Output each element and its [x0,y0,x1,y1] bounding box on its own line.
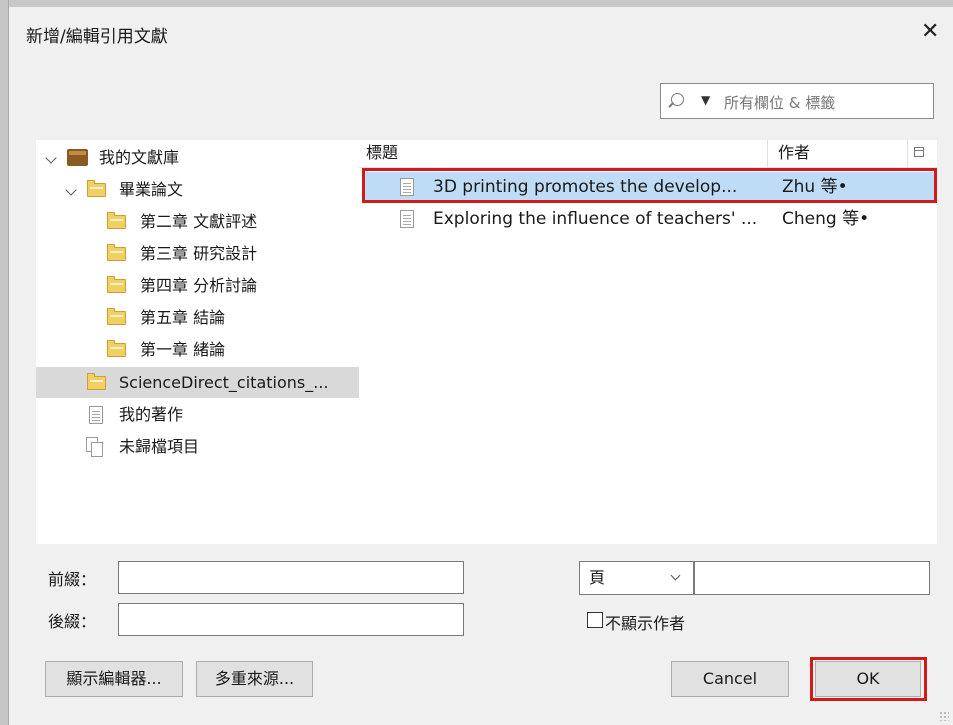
tree-item-graduation-thesis[interactable]: 畢業論文 [36,175,359,205]
table-row[interactable]: Exploring the influence of teachers' ...… [365,204,937,234]
item-title: Exploring the influence of teachers' ... [433,209,758,229]
suffix-input[interactable] [118,603,464,636]
dialog-title: 新增/編輯引用文獻 [26,27,168,47]
tree-item-label: 畢業論文 [119,180,184,199]
prefix-input[interactable] [118,561,464,594]
add-edit-citation-dialog: 新增/編輯引用文獻 ✕ ▼ 所有欄位 & 標籤 我的文獻庫 畢業論文 第二章 文… [9,7,953,725]
close-icon: ✕ [921,19,940,44]
library-icon [67,149,88,166]
multiple-sources-button[interactable]: 多重來源... [196,661,313,697]
tree-item-chapter-2[interactable]: 第二章 文獻評述 [36,207,359,237]
tree-item-label: 未歸檔項目 [119,437,200,456]
prefix-label: 前綴： [48,570,97,589]
tree-item-chapter-4[interactable]: 第四章 分析討論 [36,271,359,301]
tree-item-my-library[interactable]: 我的文獻庫 [36,143,359,173]
tree-item-label: 第五章 結論 [140,308,226,327]
chevron-down-icon [670,570,681,581]
tree-item-chapter-1[interactable]: 第一章 緒論 [36,335,359,365]
column-divider[interactable] [907,140,908,167]
tree-item-label: 我的文獻庫 [99,148,180,167]
suppress-author-label[interactable]: 不顯示作者 [605,610,685,634]
search-placeholder: 所有欄位 & 標籤 [724,94,836,112]
tree-item-sciencedirect-citations[interactable]: ScienceDirect_citations_... [36,368,359,398]
locator-type-value: 頁 [589,568,606,587]
library-tree: 我的文獻庫 畢業論文 第二章 文獻評述 第三章 研究設計 第四章 分析討論 第五… [36,140,359,544]
folder-icon [107,308,126,325]
window-frame-top [0,0,953,7]
tree-item-label: 第三章 研究設計 [140,244,258,263]
chevron-down-icon[interactable] [45,152,57,164]
tree-item-label: ScienceDirect_citations_... [119,373,329,392]
tree-item-my-publications[interactable]: 我的著作 [36,400,359,430]
locator-input[interactable] [694,561,930,595]
document-icon [400,210,414,228]
tree-item-chapter-3[interactable]: 第三章 研究設計 [36,239,359,269]
column-divider[interactable] [767,140,768,167]
locator-type-select[interactable]: 頁 [579,561,694,595]
resize-grip-icon[interactable] [939,711,949,721]
selected-row-highlight-box [362,168,937,203]
ok-button-highlight-box [810,657,927,701]
folder-icon [87,373,106,390]
cancel-button[interactable]: Cancel [671,661,789,697]
document-icon [89,406,103,424]
column-picker-icon[interactable] [914,147,924,157]
tree-item-label: 第四章 分析討論 [140,276,258,295]
suffix-label: 後綴： [48,612,97,631]
item-creator: Cheng 等• [782,209,870,229]
search-mode-dropdown-icon[interactable]: ▼ [701,93,710,107]
tree-item-label: 第一章 緒論 [140,340,226,359]
unfiled-items-icon [86,437,104,457]
tree-item-unfiled-items[interactable]: 未歸檔項目 [36,432,359,462]
chevron-down-icon[interactable] [65,184,77,196]
suppress-author-checkbox[interactable] [587,612,603,628]
close-button[interactable]: ✕ [921,21,939,43]
tree-item-label: 我的著作 [119,405,184,424]
show-editor-button[interactable]: 顯示編輯器... [45,661,183,697]
tree-item-chapter-5[interactable]: 第五章 結論 [36,303,359,333]
folder-icon [107,276,126,293]
folder-icon [87,180,106,197]
search-icon [671,93,684,106]
folder-icon [107,340,126,357]
search-box[interactable]: ▼ 所有欄位 & 標籤 [660,83,934,119]
folder-icon [107,244,126,261]
folder-icon [107,212,126,229]
tree-item-label: 第二章 文獻評述 [140,212,258,231]
column-header-title[interactable]: 標題 [366,140,398,166]
column-header-creator[interactable]: 作者 [778,140,810,166]
window-frame-left [0,0,9,725]
